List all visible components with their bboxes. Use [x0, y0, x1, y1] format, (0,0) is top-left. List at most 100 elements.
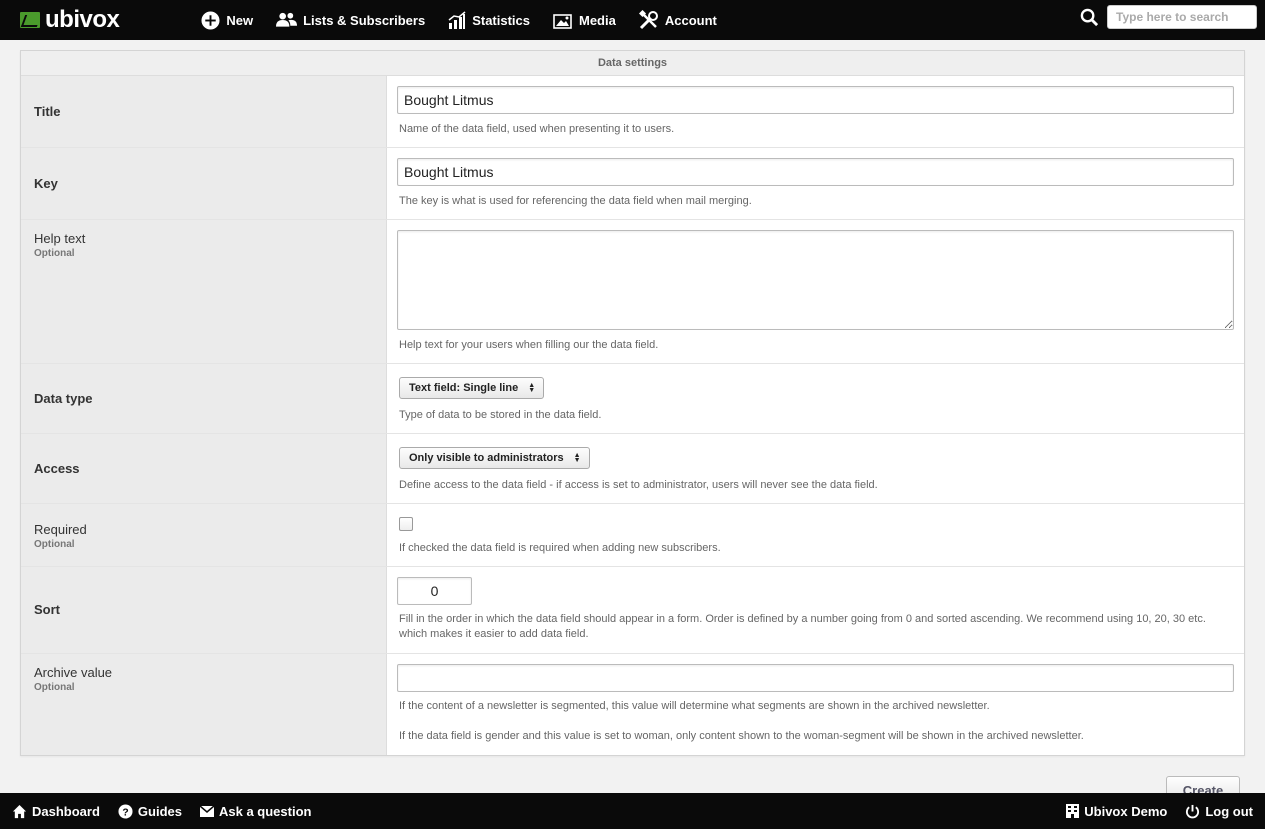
- label-cell: Key: [21, 148, 387, 219]
- label-cell: Sort: [21, 567, 387, 653]
- data-type-help-text: Type of data to be stored in the data fi…: [399, 409, 602, 421]
- access-help-text: Define access to the data field - if acc…: [399, 479, 878, 491]
- access-label: Access: [34, 461, 80, 476]
- help-text-textarea[interactable]: [397, 230, 1234, 330]
- label-cell: Required Optional: [21, 504, 387, 566]
- field-cell: If the content of a newsletter is segmen…: [387, 654, 1244, 755]
- help-text-row: Help text Optional Help text for your us…: [21, 220, 1244, 364]
- search-area: [1080, 5, 1257, 29]
- sort-help-line-1: Fill in the order in which the data fiel…: [399, 613, 1206, 625]
- footer-left-links: Dashboard ? Guides Ask a question: [12, 804, 329, 819]
- data-type-label: Data type: [34, 391, 93, 406]
- archive-value-input[interactable]: [397, 664, 1234, 692]
- nav-item-new[interactable]: New: [201, 10, 254, 30]
- archive-value-row: Archive value Optional If the content of…: [21, 654, 1244, 755]
- sort-input[interactable]: [397, 577, 472, 605]
- nav-item-label: Media: [579, 12, 616, 28]
- power-icon: [1186, 804, 1200, 818]
- title-help-text: Name of the data field, used when presen…: [399, 123, 675, 135]
- nav-item-statistics[interactable]: Statistics: [448, 11, 530, 29]
- field-cell: If checked the data field is required wh…: [387, 504, 1244, 566]
- sort-label: Sort: [34, 602, 60, 617]
- footer-guides-link[interactable]: ? Guides: [118, 804, 182, 819]
- archive-value-label: Archive value: [34, 665, 113, 680]
- home-icon: [12, 804, 27, 818]
- key-label: Key: [34, 176, 58, 191]
- sort-row: Sort Fill in the order in which the data…: [21, 567, 1244, 654]
- footer-link-label: Guides: [137, 803, 182, 819]
- field-cell: The key is what is used for referencing …: [387, 148, 1244, 219]
- footer-link-label: Ubivox Demo: [1084, 803, 1168, 819]
- label-cell: Archive value Optional: [21, 654, 387, 755]
- image-icon: [553, 13, 572, 29]
- archive-help-line-1: If the content of a newsletter is segmen…: [399, 700, 990, 712]
- footer-link-label: Ask a question: [218, 803, 312, 819]
- field-cell: Fill in the order in which the data fiel…: [387, 567, 1244, 653]
- field-cell: Only visible to administrators ▲ ▼ Define…: [387, 434, 1244, 503]
- nav-item-media[interactable]: Media: [553, 12, 616, 29]
- nav-item-label: Statistics: [472, 12, 530, 28]
- footer-link-label: Dashboard: [32, 803, 100, 819]
- main-nav: New Lists & Subscribers Statistics Media…: [201, 10, 740, 30]
- required-help-text: If checked the data field is required wh…: [399, 542, 721, 554]
- data-settings-panel: Data settings Title Name of the data fie…: [20, 50, 1245, 756]
- access-select[interactable]: Only visible to administrators ▲ ▼: [399, 447, 590, 469]
- field-cell: Help text for your users when filling ou…: [387, 220, 1244, 363]
- optional-tag: Optional: [34, 539, 75, 550]
- footer-logout-link[interactable]: Log out: [1185, 804, 1253, 819]
- footer-account-link[interactable]: Ubivox Demo: [1066, 804, 1167, 819]
- required-checkbox[interactable]: [399, 517, 413, 531]
- key-row: Key The key is what is used for referenc…: [21, 148, 1244, 220]
- help-text-help-text: Help text for your users when filling ou…: [399, 339, 659, 351]
- nav-item-label: Lists & Subscribers: [303, 12, 426, 28]
- data-type-row: Data type Text field: Single line ▲ ▼ Typ…: [21, 364, 1244, 434]
- mail-icon: [199, 805, 214, 817]
- title-label: Title: [34, 104, 61, 119]
- label-cell: Title: [21, 76, 387, 147]
- bottom-bar: Dashboard ? Guides Ask a question Ubivox…: [0, 793, 1265, 829]
- envelope-check-icon: [20, 12, 40, 28]
- nav-item-account[interactable]: Account: [638, 10, 717, 30]
- key-help-text: The key is what is used for referencing …: [399, 195, 752, 207]
- optional-tag: Optional: [34, 682, 75, 693]
- data-type-select[interactable]: Text field: Single line ▲ ▼: [399, 377, 545, 399]
- key-input[interactable]: [397, 158, 1234, 186]
- select-arrows-icon: ▲ ▼: [573, 452, 581, 464]
- footer-link-label: Log out: [1205, 803, 1253, 819]
- nav-item-label: Account: [664, 12, 717, 28]
- required-label: Required: [34, 522, 87, 537]
- select-value: Only visible to administrators: [409, 452, 564, 464]
- panel-header: Data settings: [21, 51, 1244, 76]
- top-navigation-bar: ubivox New Lists & Subscribers Statistic…: [0, 0, 1265, 40]
- building-icon: [1066, 804, 1080, 818]
- footer-dashboard-link[interactable]: Dashboard: [12, 804, 100, 819]
- users-icon: [276, 12, 298, 27]
- ubivox-logo[interactable]: ubivox: [20, 6, 120, 34]
- svg-text:?: ?: [122, 807, 128, 818]
- archive-help-line-2: If the data field is gender and this val…: [399, 730, 1084, 742]
- chart-icon: [448, 11, 466, 29]
- field-cell: Name of the data field, used when presen…: [387, 76, 1244, 147]
- plus-circle-icon: [201, 10, 220, 30]
- title-row: Title Name of the data field, used when …: [21, 76, 1244, 148]
- help-text-label: Help text: [34, 231, 86, 246]
- title-input[interactable]: [397, 86, 1234, 114]
- optional-tag: Optional: [34, 248, 75, 259]
- field-cell: Text field: Single line ▲ ▼ Type of data …: [387, 364, 1244, 433]
- select-arrows-icon: ▲ ▼: [528, 382, 536, 394]
- footer-right-links: Ubivox Demo Log out: [1066, 804, 1253, 819]
- sort-help-line-2: which makes it easier to add data field.: [399, 628, 589, 640]
- label-cell: Help text Optional: [21, 220, 387, 363]
- label-cell: Data type: [21, 364, 387, 433]
- brand-name: ubivox: [45, 6, 120, 33]
- access-row: Access Only visible to administrators ▲ ▼…: [21, 434, 1244, 504]
- search-icon[interactable]: [1080, 8, 1099, 27]
- nav-item-lists-subscribers[interactable]: Lists & Subscribers: [276, 12, 425, 28]
- footer-ask-question-link[interactable]: Ask a question: [199, 803, 312, 819]
- help-icon: ?: [118, 803, 133, 819]
- select-value: Text field: Single line: [409, 382, 519, 394]
- label-cell: Access: [21, 434, 387, 503]
- nav-item-label: New: [226, 12, 254, 28]
- tools-icon: [638, 10, 658, 30]
- search-input[interactable]: [1107, 5, 1257, 29]
